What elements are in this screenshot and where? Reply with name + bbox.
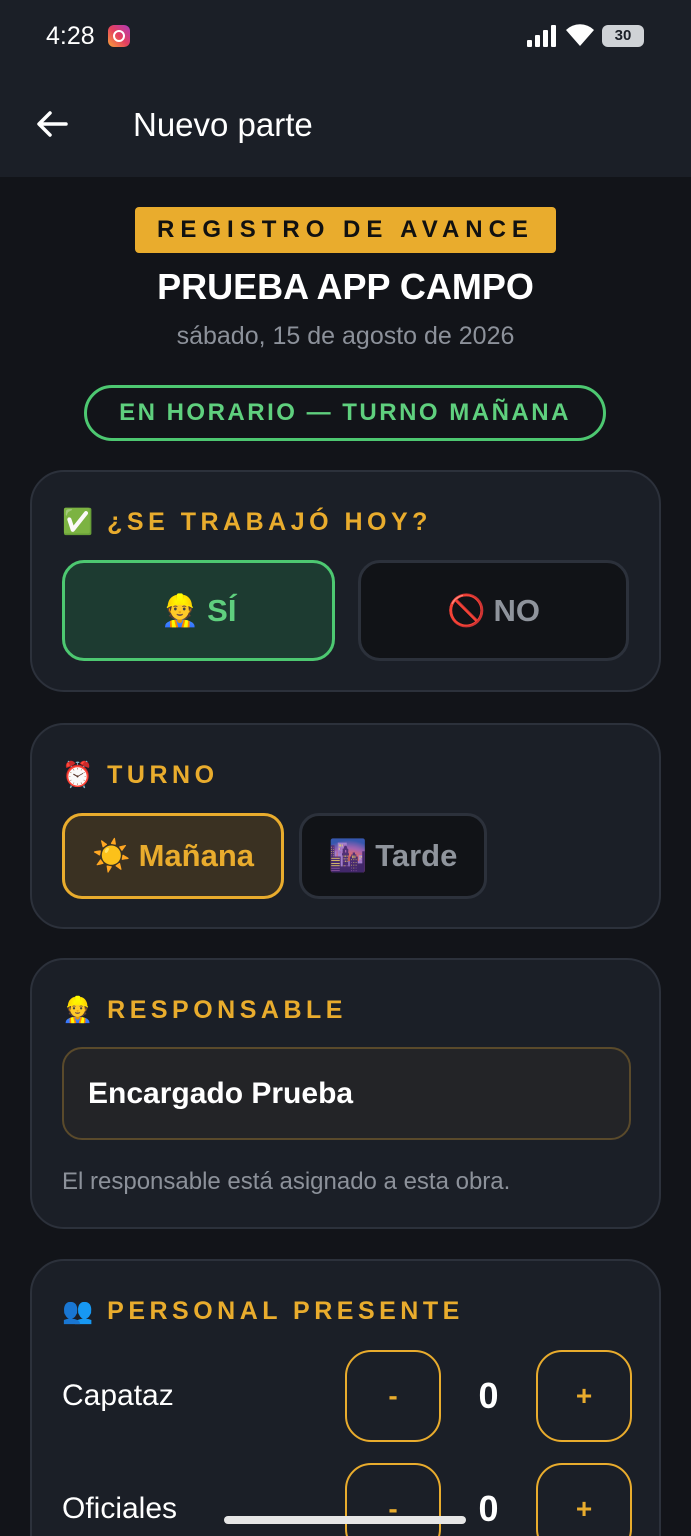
responsible-card: 👷 RESPONSABLE Encargado Prueba El respons… [30, 958, 661, 1229]
project-name: PRUEBA APP CAMPO [157, 266, 534, 307]
increment-button[interactable]: + [536, 1350, 632, 1442]
staff-row-capataz: Capataz - 0 + [32, 1350, 663, 1442]
responsible-note: El responsable está asignado a esta obra… [62, 1168, 511, 1195]
shift-afternoon-label: Tarde [375, 838, 458, 873]
city-dusk-icon: 🌆 [328, 838, 368, 873]
battery-icon: 30 [602, 25, 644, 47]
worked-today-card: ✅ ¿SE TRABAJÓ HOY? 👷 SÍ 🚫 NO [30, 470, 661, 692]
prohibited-icon: 🚫 [446, 593, 486, 628]
status-time: 4:28 [46, 22, 95, 50]
responsible-field[interactable]: Encargado Prueba [62, 1047, 631, 1140]
staff-count: 0 [478, 1375, 499, 1416]
worked-no-button[interactable]: 🚫 NO [358, 560, 629, 661]
shift-morning-label: Mañana [138, 838, 255, 873]
shift-title: TURNO [107, 761, 219, 789]
people-icon: 👥 [62, 1297, 94, 1325]
staff-card: 👥 PERSONAL PRESENTE Capataz - 0 + Oficial… [30, 1259, 661, 1536]
staff-row-label: Capataz [62, 1379, 174, 1412]
decrement-button[interactable]: - [345, 1350, 441, 1442]
sun-icon: ☀️ [91, 838, 131, 873]
battery-level: 30 [614, 27, 632, 44]
check-icon: ✅ [62, 508, 94, 536]
decrement-button[interactable]: - [345, 1463, 441, 1536]
home-indicator[interactable] [224, 1516, 466, 1524]
staff-row-label: Oficiales [62, 1492, 178, 1525]
instagram-icon [108, 25, 130, 47]
shift-card: ⏰ TURNO ☀️ Mañana 🌆 Tarde [30, 723, 661, 929]
worked-today-title: ¿SE TRABAJÓ HOY? [107, 508, 432, 536]
staff-count: 0 [478, 1488, 499, 1529]
page-title: Nuevo parte [133, 106, 313, 143]
shift-header: ⏰ TURNO [62, 761, 219, 790]
staff-title: PERSONAL PRESENTE [107, 1297, 464, 1325]
worked-today-header: ✅ ¿SE TRABAJÓ HOY? [62, 508, 432, 537]
shift-afternoon-button[interactable]: 🌆 Tarde [299, 813, 487, 899]
worked-no-label: NO [493, 593, 541, 628]
increment-button[interactable]: + [536, 1463, 632, 1536]
status-bar: 4:28 30 [0, 0, 691, 76]
worker-icon: 👷 [62, 996, 94, 1024]
signal-icon [527, 25, 556, 47]
wifi-icon [566, 24, 594, 46]
staff-header: 👥 PERSONAL PRESENTE [62, 1297, 464, 1326]
worker-icon: 👷 [160, 593, 200, 628]
worked-yes-button[interactable]: 👷 SÍ [62, 560, 335, 661]
staff-row-oficiales: Oficiales - 0 + [32, 1463, 663, 1536]
app-bar: Nuevo parte [0, 76, 691, 177]
report-date: sábado, 15 de agosto de 2026 [176, 322, 515, 350]
section-tag: REGISTRO DE AVANCE [135, 207, 556, 253]
worked-yes-label: SÍ [207, 593, 237, 628]
alarm-clock-icon: ⏰ [62, 761, 94, 789]
responsible-title: RESPONSABLE [107, 996, 347, 1024]
back-arrow-icon[interactable] [34, 106, 70, 142]
shift-morning-button[interactable]: ☀️ Mañana [62, 813, 284, 899]
schedule-status-badge: EN HORARIO — TURNO MAÑANA [84, 385, 606, 441]
responsible-header: 👷 RESPONSABLE [62, 996, 347, 1025]
